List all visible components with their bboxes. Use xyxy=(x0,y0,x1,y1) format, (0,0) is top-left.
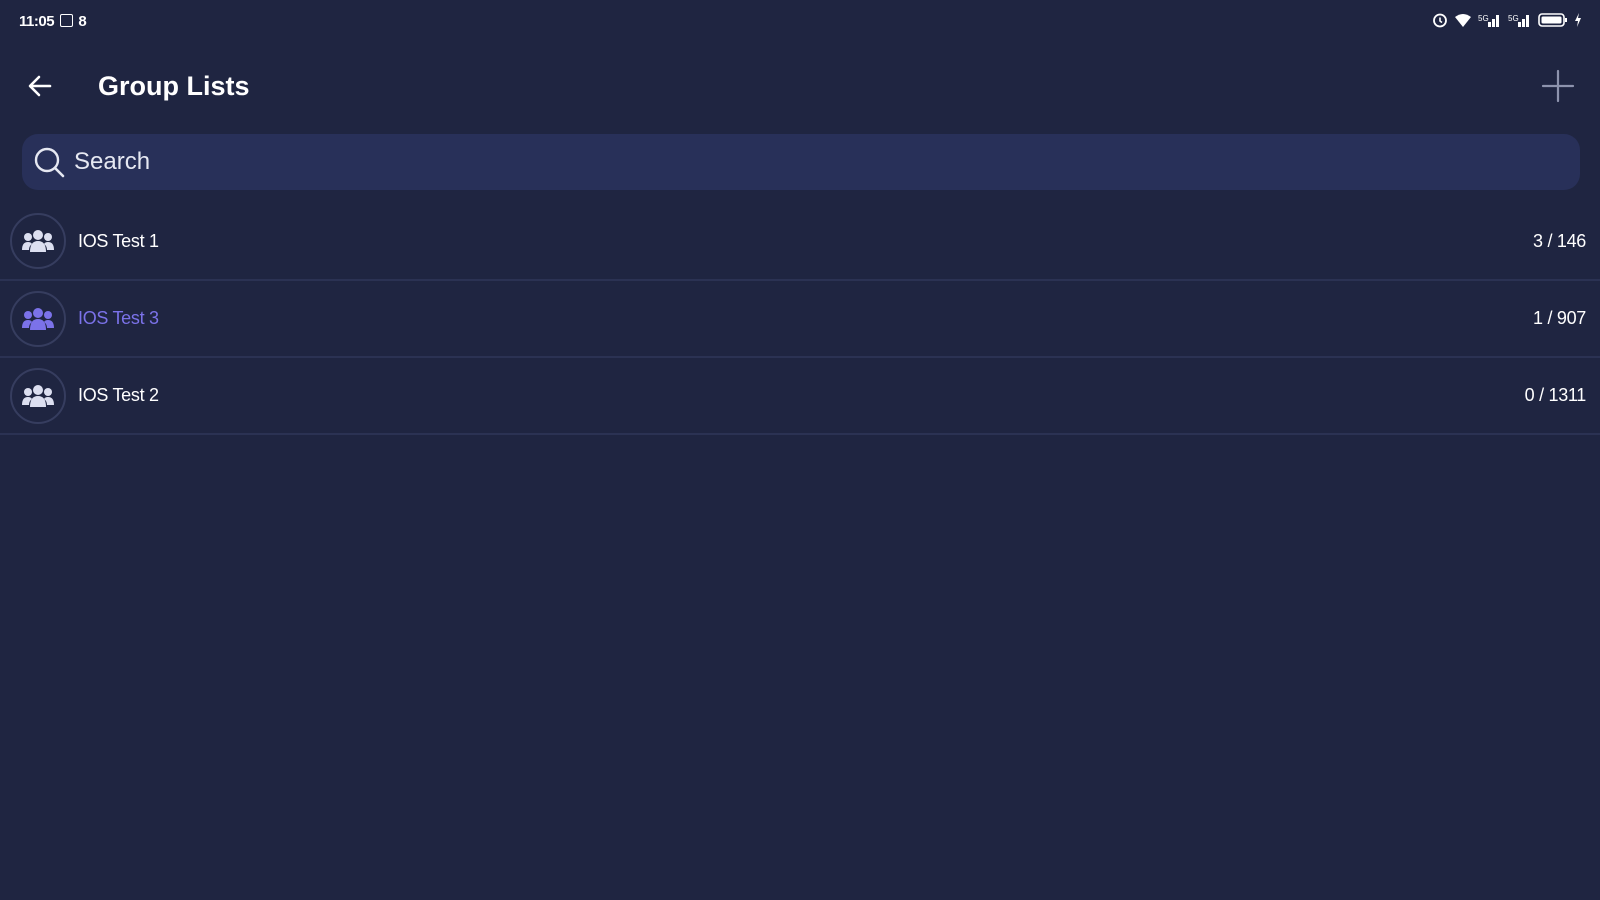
group-list: IOS Test 1 3 / 146 IOS Test 3 1 / 907 IO… xyxy=(0,203,1600,435)
status-icons: 5G 5G xyxy=(1432,12,1582,28)
back-button[interactable] xyxy=(20,66,60,106)
app-bar: Group Lists xyxy=(0,54,1600,118)
group-icon xyxy=(22,307,54,330)
plus-icon xyxy=(1541,69,1575,103)
status-time: 11:05 8 xyxy=(19,13,87,30)
status-bar: 11:05 8 5G 5G xyxy=(0,0,1600,44)
list-item-group[interactable]: IOS Test 1 3 / 146 xyxy=(0,203,1600,281)
status-time-text: 11:05 xyxy=(19,13,55,30)
wifi-icon xyxy=(1455,14,1471,27)
avatar xyxy=(10,290,66,347)
page-title: Group Lists xyxy=(98,71,250,101)
group-name: IOS Test 3 xyxy=(78,308,159,328)
charging-icon xyxy=(1575,13,1581,27)
svg-text:5G: 5G xyxy=(1478,14,1489,23)
notification-icon xyxy=(59,14,73,27)
group-icon xyxy=(22,230,54,252)
avatar xyxy=(10,367,66,424)
signal-icon: 5G xyxy=(1478,14,1499,27)
signal-icon: 5G xyxy=(1508,14,1529,27)
search-bar[interactable] xyxy=(22,134,1580,190)
status-extra-text: 8 xyxy=(78,13,87,30)
arrow-left-icon xyxy=(28,75,52,97)
battery-icon xyxy=(1538,13,1567,27)
avatar xyxy=(10,213,66,269)
group-count: 1 / 907 xyxy=(1533,308,1586,328)
alarm-icon xyxy=(1433,13,1447,28)
search-input[interactable] xyxy=(72,147,1580,177)
list-item-group[interactable]: IOS Test 3 1 / 907 xyxy=(0,281,1600,358)
list-item-group[interactable]: IOS Test 2 0 / 1311 xyxy=(0,358,1600,435)
group-name: IOS Test 1 xyxy=(78,230,159,251)
search-icon xyxy=(30,143,68,181)
group-count: 3 / 146 xyxy=(1533,230,1586,251)
svg-text:5G: 5G xyxy=(1508,14,1519,23)
group-name: IOS Test 2 xyxy=(78,385,159,405)
group-icon xyxy=(22,384,54,407)
add-group-button[interactable] xyxy=(1534,62,1582,110)
group-lists-screen: 11:05 8 5G 5G Group Lists Search IOS Tes… xyxy=(0,0,1600,900)
group-count: 0 / 1311 xyxy=(1524,385,1587,405)
